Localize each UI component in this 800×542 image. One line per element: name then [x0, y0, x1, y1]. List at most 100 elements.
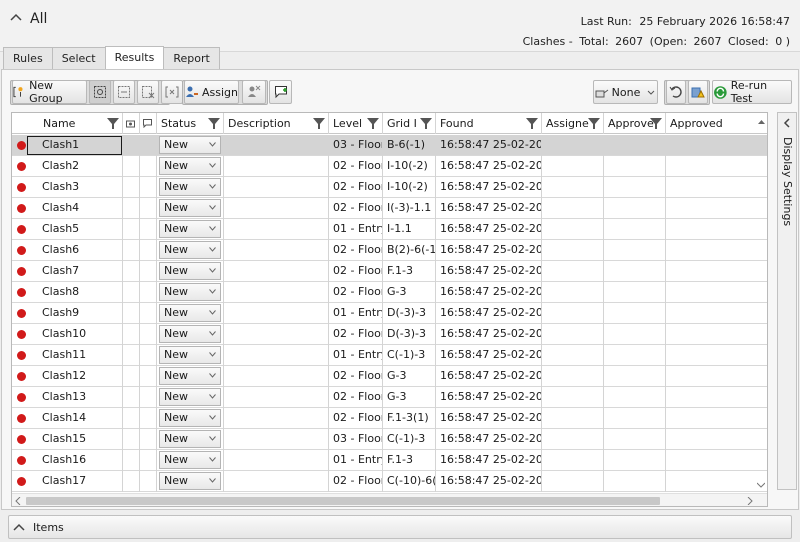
table-row[interactable]: Clash2 New 02 - Floor I-10(-2) 16:58:47 25-0… — [12, 156, 767, 177]
column-header-description[interactable]: Description — [224, 113, 329, 134]
column-header-assigned[interactable]: Assigne — [542, 113, 604, 134]
status-value: New — [164, 432, 188, 445]
tab-results[interactable]: Results — [104, 46, 165, 70]
scroll-left-icon[interactable] — [15, 497, 21, 505]
filter-icon[interactable] — [208, 117, 220, 130]
group-clashes-button[interactable] — [89, 80, 111, 104]
table-row[interactable]: Clash8 New 02 - FloorG-316:58:47 25-02-202… — [12, 282, 767, 303]
approved_by-cell — [604, 408, 666, 429]
status-dropdown[interactable]: New — [159, 136, 221, 154]
scroll-right-icon[interactable] — [747, 497, 753, 505]
column-header-comments[interactable] — [140, 113, 157, 134]
status-dropdown[interactable]: New — [159, 262, 221, 280]
tab-select[interactable]: Select — [51, 47, 106, 69]
status-dropdown[interactable]: New — [159, 283, 221, 301]
column-header-grid[interactable]: Grid I — [383, 113, 436, 134]
status-dropdown[interactable]: New — [159, 409, 221, 427]
column-header-viewpoint[interactable] — [123, 113, 140, 134]
none-label: None — [611, 85, 641, 99]
chevron-down-icon — [647, 90, 655, 95]
remove-from-group-button[interactable] — [137, 80, 159, 104]
filter-icon[interactable] — [367, 117, 379, 130]
table-row[interactable]: Clash15 New 03 - Floor C(-1)-3 16:58:47 25-0… — [12, 429, 767, 450]
ungroup-button[interactable] — [113, 80, 135, 104]
rerun-test-button[interactable]: Re-run Test — [712, 79, 792, 105]
scroll-down-icon[interactable] — [757, 481, 765, 489]
status-dropdown[interactable]: New — [159, 430, 221, 448]
table-row[interactable]: Clash10 New 02 - Floor D(-3)-3 16:58:47 25-0… — [12, 324, 767, 345]
compact-button[interactable] — [688, 80, 708, 104]
table-row[interactable]: Clash13 New 02 - FloorG-316:58:47 25-02-20… — [12, 387, 767, 408]
explode-group-button[interactable] — [161, 80, 183, 104]
table-row[interactable]: Clash4 New 02 - Floor I(-3)-1.1 16:58:47 25-… — [12, 198, 767, 219]
table-row[interactable]: Clash7 New 02 - Floor F.1-3 16:58:47 25-02-2… — [12, 261, 767, 282]
table-row[interactable]: Clash9 New 01 - Entry D(-3)-3 16:58:47 25-02… — [12, 303, 767, 324]
table-row[interactable]: Clash1 New 03 - Floor B-6(-1) 16:58:47 25-02… — [12, 135, 767, 156]
assigned-cell — [542, 450, 604, 471]
vp-cell — [123, 324, 140, 345]
collapse-up-icon[interactable] — [10, 12, 22, 24]
table-row[interactable]: Clash12 New 02 - FloorG-316:58:47 25-02-20… — [12, 366, 767, 387]
horizontal-scrollbar[interactable] — [12, 493, 767, 506]
filter-icon[interactable] — [107, 117, 119, 130]
clash-name-cell: Clash2 — [12, 156, 123, 177]
filter-icon[interactable] — [650, 117, 662, 130]
status-dropdown[interactable]: New — [159, 451, 221, 469]
column-header-name[interactable]: Name — [12, 113, 123, 134]
status-dot-icon — [17, 435, 26, 444]
clash-name-cell: Clash3 — [12, 177, 123, 198]
status-dropdown[interactable]: New — [159, 367, 221, 385]
status-dropdown[interactable]: New — [159, 220, 221, 238]
approved_by-cell — [604, 282, 666, 303]
status-dropdown[interactable]: New — [159, 325, 221, 343]
column-header-level[interactable]: Level — [329, 113, 383, 134]
tab-rules[interactable]: Rules — [3, 47, 53, 69]
status-dropdown[interactable]: New — [159, 178, 221, 196]
level-cell: 02 - Floor — [329, 366, 383, 387]
display-settings-tab[interactable]: Display Settings — [777, 112, 797, 490]
tab-report[interactable]: Report — [163, 47, 220, 69]
add-comment-button[interactable] — [269, 80, 292, 104]
status-dropdown[interactable]: New — [159, 199, 221, 217]
desc-cell — [224, 408, 329, 429]
table-row[interactable]: Clash3 New 02 - Floor I-10(-2) 16:58:47 25-0… — [12, 177, 767, 198]
filter-icon[interactable] — [526, 117, 538, 130]
column-header-found[interactable]: Found — [436, 113, 542, 134]
table-row[interactable]: Clash11 New 01 - Entry C(-1)-3 16:58:47 25-0… — [12, 345, 767, 366]
status-dot-icon — [17, 246, 26, 255]
status-dropdown[interactable]: New — [159, 241, 221, 259]
table-row[interactable]: Clash6 New 02 - Floor B(2)-6(-1) 16:58:47 25… — [12, 240, 767, 261]
table-row[interactable]: Clash17 New 02 - FloorC(-10)-6(316:58:47 2… — [12, 471, 767, 492]
assigned-cell — [542, 366, 604, 387]
status-value: New — [164, 201, 188, 214]
grid-cell: F.1-3 — [383, 450, 436, 471]
status-dropdown[interactable]: New — [159, 472, 221, 490]
column-header-status[interactable]: Status — [157, 113, 224, 134]
new-group-button[interactable]: New Group — [12, 79, 87, 105]
none-dropdown[interactable]: None — [593, 80, 658, 104]
table-row[interactable]: Clash5 New 01 - Entry I-1.1 16:58:47 25-02-2… — [12, 219, 767, 240]
level-cell: 02 - Floor — [329, 282, 383, 303]
items-panel-bar[interactable]: Items — [8, 515, 792, 539]
column-header-approved[interactable]: Approved — [666, 113, 767, 134]
table-row[interactable]: Clash16 New 01 - Entry F.1-3 16:58:47 25-02-… — [12, 450, 767, 471]
status-dropdown[interactable]: New — [159, 157, 221, 175]
approved_by-cell — [604, 135, 666, 156]
approved-cell — [666, 387, 767, 408]
filter-icon[interactable] — [420, 117, 432, 130]
status-dropdown[interactable]: New — [159, 346, 221, 364]
filter-icon[interactable] — [588, 117, 600, 130]
status-dropdown[interactable]: New — [159, 304, 221, 322]
status-dropdown[interactable]: New — [159, 388, 221, 406]
scroll-up-icon[interactable] — [758, 119, 765, 126]
column-header-approved-by[interactable]: Approve — [604, 113, 666, 134]
level-cell: 01 - Entry — [329, 345, 383, 366]
filter-icon[interactable] — [313, 117, 325, 130]
chevron-down-icon — [209, 310, 216, 315]
scrollbar-thumb[interactable] — [26, 497, 660, 505]
unassign-button[interactable] — [242, 80, 266, 104]
assign-button[interactable]: Assign — [184, 80, 239, 104]
reset-button[interactable] — [666, 80, 686, 104]
table-row[interactable]: Clash14 New 02 - Floor F.1-3(1) 16:58:47 25-… — [12, 408, 767, 429]
found-cell: 16:58:47 25-02-2026 — [436, 261, 542, 282]
